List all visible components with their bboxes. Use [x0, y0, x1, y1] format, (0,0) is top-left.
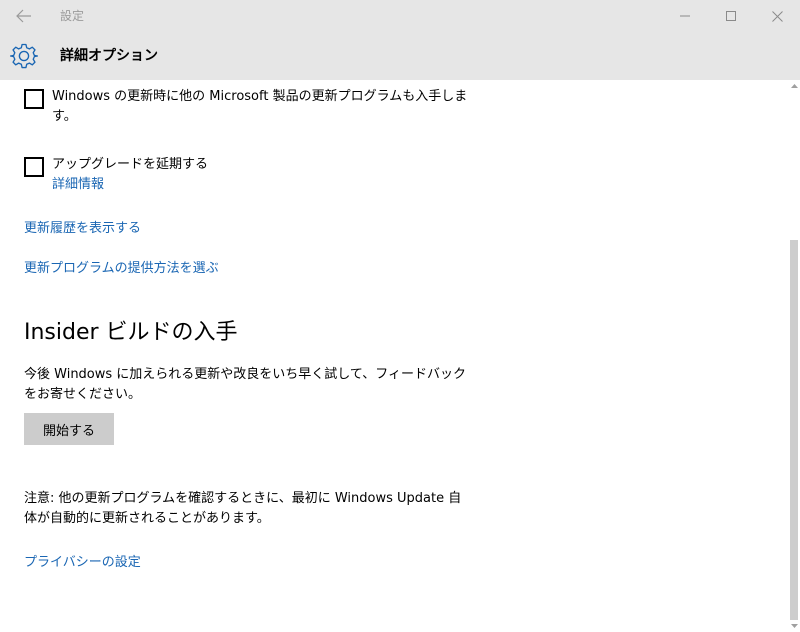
- minimize-button[interactable]: [662, 0, 708, 32]
- page-header: 詳細オプション: [0, 32, 800, 80]
- defer-upgrade-checkbox[interactable]: [24, 157, 44, 177]
- insider-heading: Insider ビルドの入手: [24, 320, 238, 345]
- scroll-down-arrow-icon[interactable]: [788, 620, 800, 632]
- back-arrow-icon: [16, 9, 31, 23]
- privacy-settings-link[interactable]: プライバシーの設定: [24, 553, 141, 573]
- learn-more-link[interactable]: 詳細情報: [52, 175, 104, 195]
- maximize-icon: [726, 11, 736, 21]
- settings-window: 設定 詳細オプション Windows の更新時に他の Microsoft 製品の…: [0, 0, 800, 632]
- page-title: 詳細オプション: [60, 48, 158, 64]
- close-button[interactable]: [754, 0, 800, 32]
- update-note: 注意: 他の更新プログラムを確認するときに、最初に Windows Update…: [24, 491, 462, 526]
- insider-description: 今後 Windows に加えられる更新や改良をいち早く試して、フィードバックをお…: [24, 367, 466, 402]
- defer-upgrade-label: アップグレードを延期する: [52, 157, 209, 172]
- insider-start-button[interactable]: 開始する: [24, 413, 114, 445]
- back-button[interactable]: [8, 4, 40, 28]
- update-history-link[interactable]: 更新履歴を表示する: [24, 219, 141, 239]
- content-area: Windows の更新時に他の Microsoft 製品の更新プログラムも入手し…: [0, 80, 788, 632]
- option-other-products: Windows の更新時に他の Microsoft 製品の更新プログラムも入手し…: [24, 89, 484, 129]
- gear-icon: [10, 43, 38, 69]
- option-defer-upgrade: アップグレードを延期する 詳細情報: [24, 157, 484, 197]
- window-title: 設定: [60, 9, 85, 23]
- minimize-icon: [680, 15, 690, 17]
- scroll-thumb[interactable]: [790, 240, 798, 620]
- delivery-method-link[interactable]: 更新プログラムの提供方法を選ぶ: [24, 259, 219, 279]
- other-products-label: Windows の更新時に他の Microsoft 製品の更新プログラムも入手し…: [52, 89, 468, 124]
- scroll-up-arrow-icon[interactable]: [788, 80, 800, 92]
- other-products-checkbox[interactable]: [24, 89, 44, 109]
- vertical-scrollbar[interactable]: [788, 80, 800, 632]
- title-bar: 設定: [0, 0, 800, 32]
- close-icon: [771, 10, 783, 22]
- maximize-button[interactable]: [708, 0, 754, 32]
